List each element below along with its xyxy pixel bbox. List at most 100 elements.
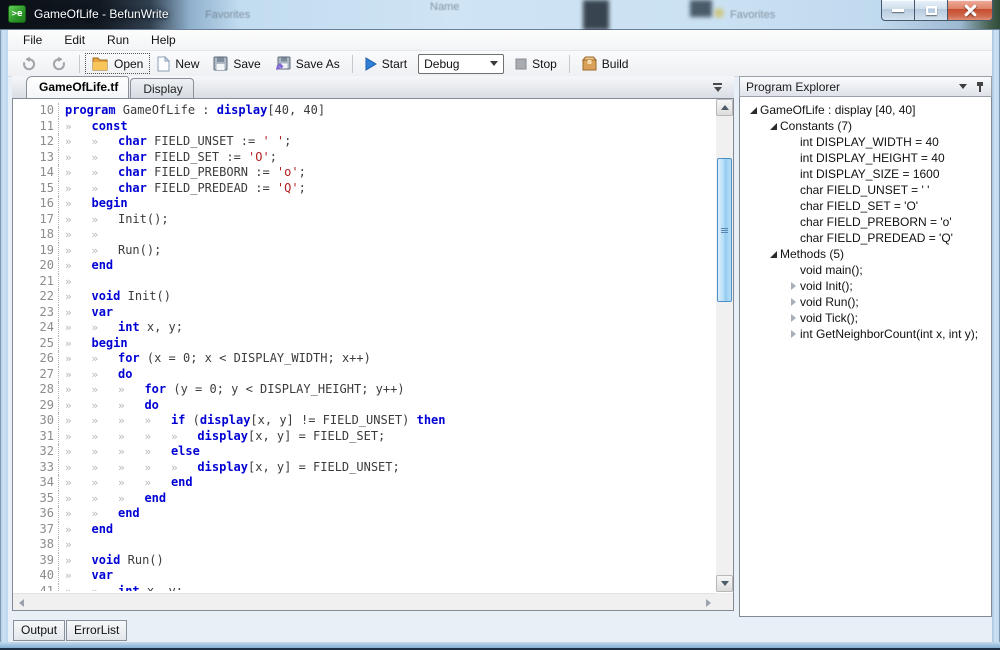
tree-item[interactable]: char FIELD_PREDEAD = 'Q' [740,230,991,246]
code-line[interactable]: 36»»end [13,506,716,522]
expander-collapsed-icon[interactable] [791,314,796,322]
tree-item[interactable]: char FIELD_SET = 'O' [740,198,991,214]
code-line[interactable]: 40»var [13,568,716,584]
code-line[interactable]: 18»» [13,227,716,243]
code-viewport[interactable]: 10program GameOfLife : display[40, 40]11… [13,99,716,591]
tree-item[interactable]: Methods (5) [740,246,991,262]
code-line[interactable]: 26»»for (x = 0; x < DISPLAY_WIDTH; x++) [13,351,716,367]
code-line[interactable]: 24»»int x, y; [13,320,716,336]
build-button[interactable]: Build [575,53,636,74]
code-line[interactable]: 25»begin [13,336,716,352]
errorlist-tab[interactable]: ErrorList [66,620,127,641]
tree-item[interactable]: int DISPLAY_SIZE = 1600 [740,166,991,182]
code-line[interactable]: 17»»Init(); [13,212,716,228]
code-editor[interactable]: 10program GameOfLife : display[40, 40]11… [12,98,734,611]
save-as-label: Save As [296,57,340,71]
code-line[interactable]: 29»»»do [13,398,716,414]
tree-item[interactable]: char FIELD_PREBORN = 'o' [740,214,991,230]
start-button[interactable]: Start [358,54,414,74]
code-token: x, y; [140,584,183,592]
code-line[interactable]: 13»»char FIELD_SET := 'O'; [13,150,716,166]
app-icon[interactable]: >e [8,5,26,23]
tab-display[interactable]: Display [130,78,193,98]
document-list-dropdown-icon[interactable] [713,83,722,92]
code-line[interactable]: 23»var [13,305,716,321]
pin-icon[interactable] [975,81,985,93]
code-line[interactable]: 21» [13,274,716,290]
panel-header[interactable]: Program Explorer [739,76,992,97]
tree-item[interactable]: int DISPLAY_WIDTH = 40 [740,134,991,150]
expander-collapsed-icon[interactable] [791,282,796,290]
save-as-button[interactable]: Save As [268,53,347,74]
tree-item[interactable]: char FIELD_UNSET = ' ' [740,182,991,198]
tree-box[interactable]: GameOfLife : display [40, 40]Constants (… [739,97,992,617]
undo-button[interactable] [14,53,44,75]
tab-whitespace-marker: » [65,165,91,181]
minimize-button[interactable] [881,0,915,21]
stop-icon [515,58,527,70]
keyword-token: display [217,103,268,119]
code-line[interactable]: 34»»»»end [13,475,716,491]
code-line[interactable]: 27»»do [13,367,716,383]
scroll-up-button[interactable] [716,99,733,116]
scroll-right-button[interactable] [700,595,716,610]
expander-expanded-icon[interactable] [750,107,757,114]
tree-item[interactable]: GameOfLife : display [40, 40] [740,102,991,118]
panel-menu-chevron-down-icon[interactable] [959,84,967,89]
code-line[interactable]: 41»»int x, y; [13,584,716,592]
scroll-left-button[interactable] [13,595,29,610]
vertical-scrollbar[interactable] [716,99,733,592]
tree-item[interactable]: void Init(); [740,278,991,294]
code-line[interactable]: 11»const [13,119,716,135]
close-button[interactable] [948,0,993,21]
new-button[interactable]: New [150,53,206,75]
code-line[interactable]: 16»begin [13,196,716,212]
code-line[interactable]: 32»»»»else [13,444,716,460]
code-line[interactable]: 38» [13,537,716,553]
line-number: 21 [13,274,59,290]
tree-item[interactable]: void Run(); [740,294,991,310]
code-line[interactable]: 28»»»for (y = 0; y < DISPLAY_HEIGHT; y++… [13,382,716,398]
code-line[interactable]: 33»»»»»display[x, y] = FIELD_UNSET; [13,460,716,476]
debug-mode-select[interactable]: Debug [418,54,504,74]
tree-item[interactable]: int GetNeighborCount(int x, int y); [740,326,991,342]
code-line[interactable]: 14»»char FIELD_PREBORN := 'o'; [13,165,716,181]
tree-item[interactable]: void main(); [740,262,991,278]
redo-button[interactable] [44,53,74,75]
menu-item-edit[interactable]: Edit [53,31,96,49]
titlebar[interactable]: Favorites Name Favorites >e GameOfLife -… [0,0,1000,30]
tree-item[interactable]: void Tick(); [740,310,991,326]
code-line[interactable]: 20»end [13,258,716,274]
menu-item-file[interactable]: File [12,31,53,49]
open-button[interactable]: Open [85,53,150,74]
code-line[interactable]: 31»»»»»display[x, y] = FIELD_SET; [13,429,716,445]
menu-item-run[interactable]: Run [96,31,140,49]
tree-item-label: char FIELD_PREBORN = 'o' [800,214,952,230]
code-line[interactable]: 30»»»»if (display[x, y] != FIELD_UNSET) … [13,413,716,429]
horizontal-scrollbar[interactable] [13,593,716,610]
tab-whitespace-marker: » [91,320,117,336]
tree-item[interactable]: Constants (7) [740,118,991,134]
keyword-token: display [200,413,251,429]
tree-item[interactable]: int DISPLAY_HEIGHT = 40 [740,150,991,166]
expander-expanded-icon[interactable] [770,123,777,130]
scrollbar-thumb[interactable] [717,158,732,302]
expander-collapsed-icon[interactable] [791,330,796,338]
code-line[interactable]: 15»»char FIELD_PREDEAD := 'Q'; [13,181,716,197]
code-line[interactable]: 19»»Run(); [13,243,716,259]
code-line[interactable]: 22»void Init() [13,289,716,305]
maximize-button[interactable] [915,0,948,21]
save-button[interactable]: Save [206,53,267,74]
code-line[interactable]: 10program GameOfLife : display[40, 40] [13,103,716,119]
output-tab[interactable]: Output [13,620,65,641]
code-line[interactable]: 12»»char FIELD_UNSET := ' '; [13,134,716,150]
scroll-down-button[interactable] [716,575,733,592]
code-line[interactable]: 37»end [13,522,716,538]
expander-collapsed-icon[interactable] [791,298,796,306]
stop-button[interactable]: Stop [508,54,564,74]
menu-item-help[interactable]: Help [140,31,187,49]
expander-expanded-icon[interactable] [770,251,777,258]
code-line[interactable]: 39»void Run() [13,553,716,569]
code-line[interactable]: 35»»»end [13,491,716,507]
tab-gameoflife[interactable]: GameOfLife.tf [26,76,129,98]
